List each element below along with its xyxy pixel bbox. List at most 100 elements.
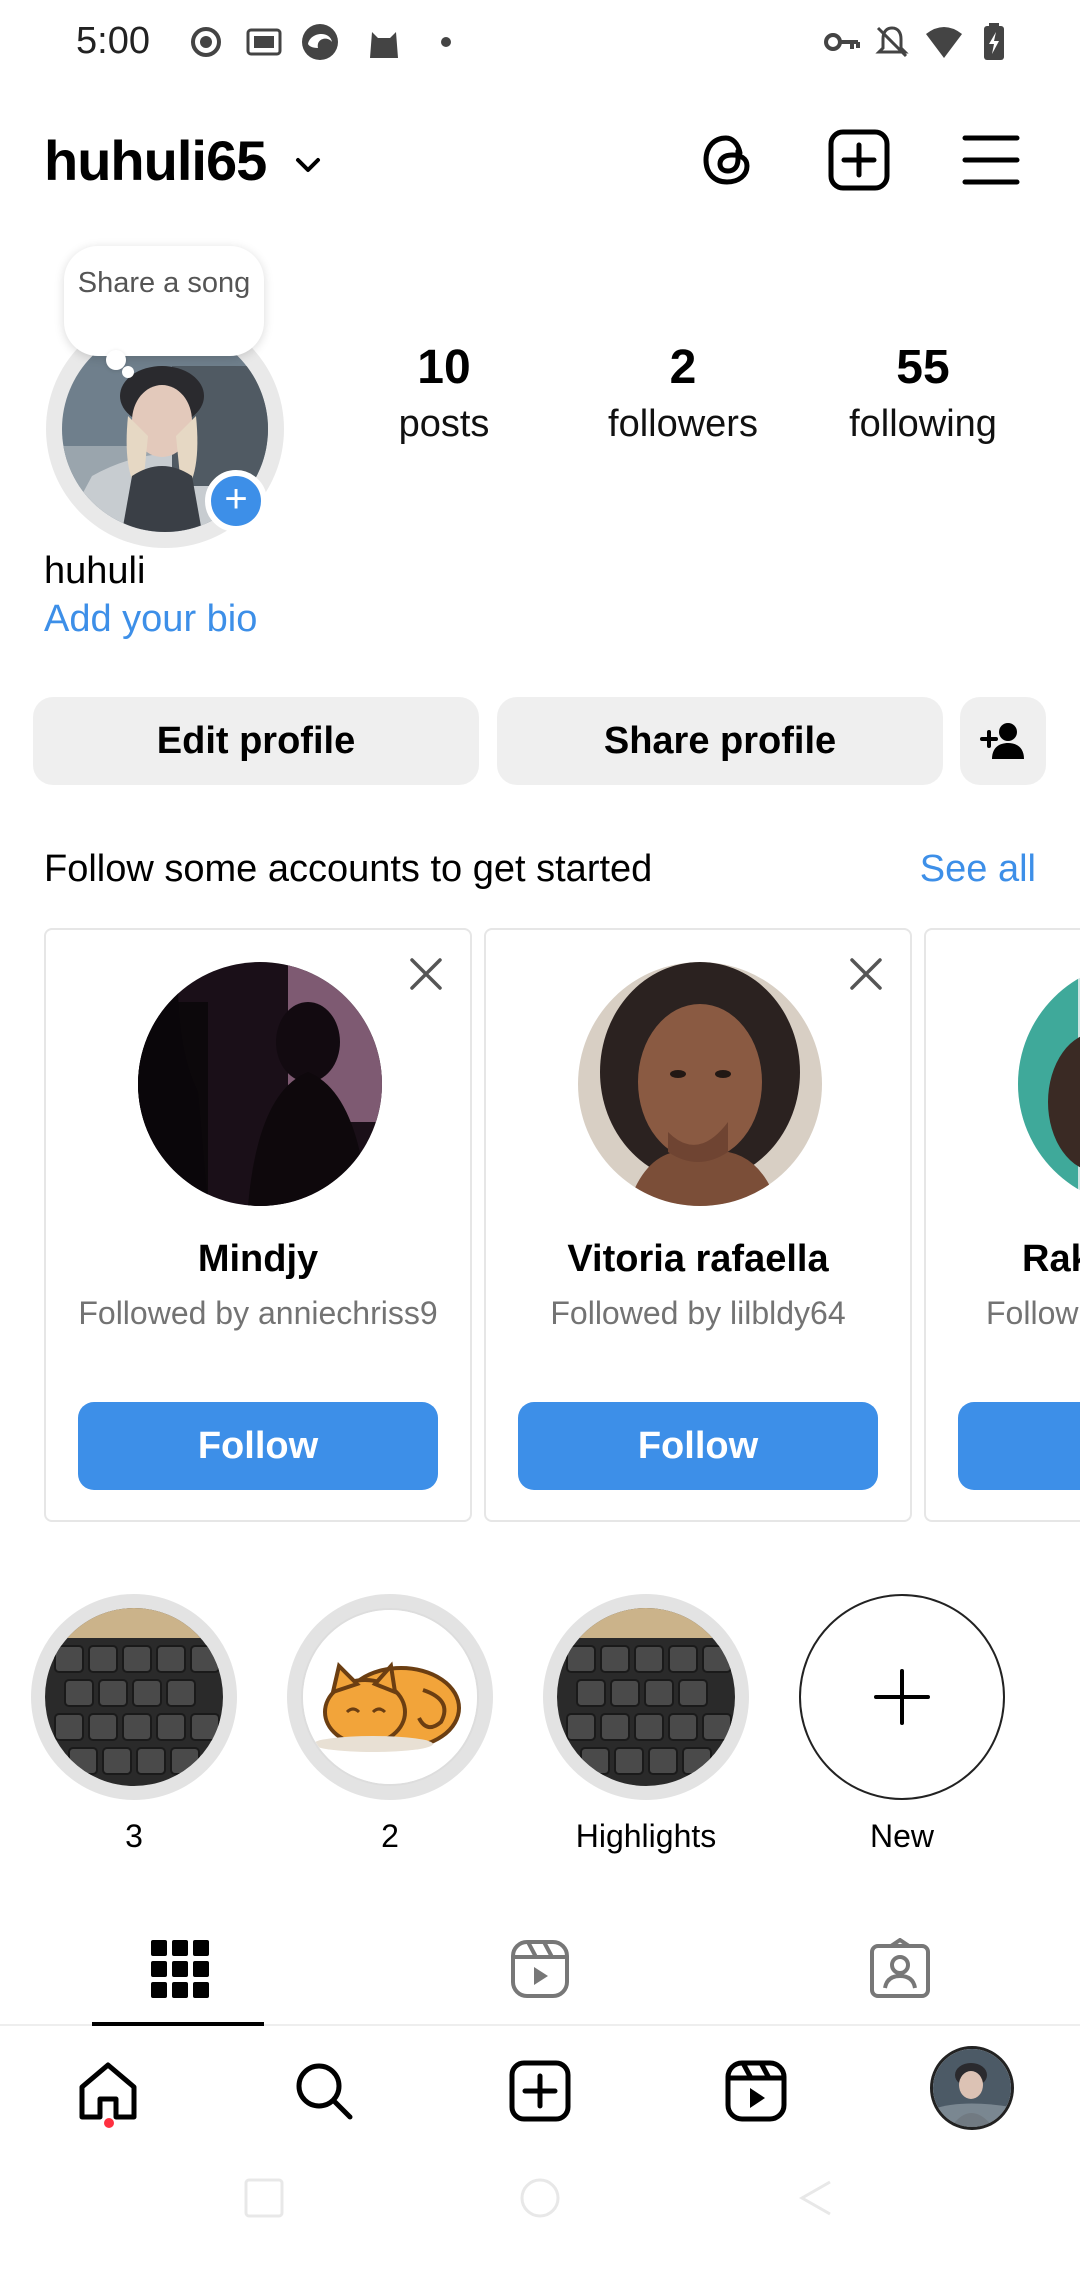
cat-sticker-image bbox=[303, 1610, 477, 1784]
profile-photo-small bbox=[933, 2049, 1011, 2127]
edge-browser-icon bbox=[302, 24, 338, 60]
home-icon bbox=[79, 2062, 137, 2120]
suggestion-subtitle: Followed by anniechriss9 bbox=[78, 1295, 438, 1331]
hamburger-menu-icon bbox=[962, 135, 1020, 185]
suggestion-card: Rak Follow bbox=[924, 928, 1080, 1522]
suggestion-subtitle: Followed by lilbldy64 bbox=[550, 1295, 846, 1331]
see-all-link[interactable]: See all bbox=[920, 848, 1036, 891]
new-highlight-button[interactable]: New bbox=[797, 1594, 1007, 1855]
suggestion-name: Vitoria rafaella bbox=[567, 1238, 829, 1280]
highlight-cover bbox=[557, 1608, 735, 1786]
edit-profile-button[interactable]: Edit profile bbox=[33, 697, 479, 785]
add-story-plus-icon[interactable]: + bbox=[205, 470, 267, 532]
bottom-navigation bbox=[0, 2026, 1080, 2150]
share-profile-button[interactable]: Share profile bbox=[497, 697, 943, 785]
suggestion-card: Vitoria rafaella Followed by lilbldy64 F… bbox=[484, 928, 912, 1522]
suggestion-avatar[interactable] bbox=[1018, 962, 1080, 1206]
nav-create[interactable] bbox=[505, 2056, 575, 2126]
highlight-ring bbox=[287, 1594, 493, 1800]
highlight-ring bbox=[31, 1594, 237, 1800]
reels-icon bbox=[725, 2060, 787, 2122]
app-notification-icon bbox=[246, 28, 282, 56]
posts-label: posts bbox=[398, 403, 490, 445]
posts-stat[interactable]: 10 posts bbox=[344, 340, 544, 446]
follow-label: Follow bbox=[637, 1424, 759, 1467]
threads-icon bbox=[703, 135, 750, 185]
nav-search[interactable] bbox=[289, 2056, 359, 2126]
menu-button[interactable] bbox=[956, 125, 1026, 195]
wifi-icon bbox=[926, 27, 962, 58]
highlight-label: Highlights bbox=[575, 1818, 717, 1854]
highlight-cover bbox=[301, 1608, 479, 1786]
vpn-key-icon bbox=[824, 33, 860, 51]
tab-posts-grid[interactable] bbox=[0, 1912, 360, 2026]
suggestion-avatar[interactable] bbox=[138, 962, 382, 1206]
highlight-item[interactable]: 3 bbox=[29, 1594, 239, 1855]
mute-bell-icon bbox=[875, 26, 909, 58]
share-profile-label: Share profile bbox=[603, 719, 837, 762]
suggestion-name: Rak bbox=[1022, 1238, 1080, 1280]
reels-icon bbox=[511, 1940, 569, 1998]
chevron-down-icon[interactable] bbox=[290, 148, 326, 184]
note-bubble-tail-small bbox=[122, 366, 134, 378]
suggestion-photo bbox=[138, 962, 382, 1206]
record-icon bbox=[191, 27, 221, 57]
nav-reels[interactable] bbox=[721, 2056, 791, 2126]
posts-count: 10 bbox=[417, 341, 471, 394]
new-highlight-ring bbox=[799, 1594, 1005, 1800]
status-bar: 5:00 bbox=[0, 0, 1080, 90]
dismiss-suggestion-icon[interactable] bbox=[844, 952, 888, 996]
cat-app-icon bbox=[370, 32, 398, 58]
display-name: huhuli bbox=[44, 550, 146, 592]
keyboard-photo bbox=[557, 1608, 735, 1786]
nav-profile-avatar[interactable] bbox=[930, 2046, 1014, 2130]
suggestion-name: Mindjy bbox=[197, 1238, 319, 1280]
add-bio-link[interactable]: Add your bio bbox=[44, 598, 257, 641]
search-icon bbox=[296, 2063, 353, 2120]
suggestion-subtitle: Follow bbox=[986, 1295, 1079, 1331]
followers-stat[interactable]: 2 followers bbox=[583, 340, 783, 446]
suggestion-photo bbox=[1018, 962, 1080, 1206]
battery-charging-icon bbox=[984, 23, 1004, 60]
suggestion-card: Mindjy Followed by anniechriss9 Follow bbox=[44, 928, 472, 1522]
account-switcher-username[interactable]: huhuli65 bbox=[44, 128, 267, 193]
follow-button[interactable]: Follow bbox=[78, 1402, 438, 1490]
plus-icon bbox=[874, 1669, 930, 1725]
highlight-item[interactable]: 2 bbox=[285, 1594, 495, 1855]
status-time: 5:00 bbox=[76, 20, 150, 62]
highlight-label: 3 bbox=[125, 1818, 143, 1854]
threads-button[interactable] bbox=[692, 125, 762, 195]
follow-button[interactable]: Follow bbox=[518, 1402, 878, 1490]
tab-reels[interactable] bbox=[360, 1912, 720, 2026]
followers-count: 2 bbox=[669, 341, 697, 394]
discover-people-button[interactable] bbox=[960, 697, 1046, 785]
back-button-icon[interactable] bbox=[794, 2176, 838, 2220]
followers-label: followers bbox=[608, 403, 758, 445]
profile-tabs bbox=[0, 1912, 1080, 2026]
add-person-icon bbox=[980, 723, 1024, 759]
note-text: Share a song bbox=[77, 267, 251, 299]
highlight-label: 2 bbox=[381, 1818, 399, 1854]
suggestion-avatar[interactable] bbox=[578, 962, 822, 1206]
highlight-item[interactable]: Highlights bbox=[541, 1594, 751, 1855]
follow-label: Follow bbox=[197, 1424, 319, 1467]
recent-apps-icon[interactable] bbox=[242, 2176, 286, 2220]
following-count: 55 bbox=[896, 341, 950, 394]
following-label: following bbox=[849, 403, 997, 445]
profile-header: huhuli65 bbox=[0, 110, 1080, 210]
plus-square-icon bbox=[828, 129, 890, 191]
follow-button[interactable] bbox=[958, 1402, 1080, 1490]
edit-profile-label: Edit profile bbox=[156, 719, 356, 762]
note-bubble[interactable]: Share a song bbox=[64, 246, 264, 356]
following-stat[interactable]: 55 following bbox=[823, 340, 1023, 446]
home-button-icon[interactable] bbox=[518, 2176, 562, 2220]
highlight-ring bbox=[543, 1594, 749, 1800]
suggestion-photo bbox=[578, 962, 822, 1206]
create-post-button[interactable] bbox=[824, 125, 894, 195]
tagged-person-icon bbox=[870, 1938, 930, 1998]
tab-tagged[interactable] bbox=[720, 1912, 1080, 2026]
nav-home[interactable] bbox=[73, 2056, 143, 2126]
dismiss-suggestion-icon[interactable] bbox=[404, 952, 448, 996]
grid-icon bbox=[151, 1940, 209, 1998]
highlight-label: New bbox=[869, 1818, 934, 1854]
